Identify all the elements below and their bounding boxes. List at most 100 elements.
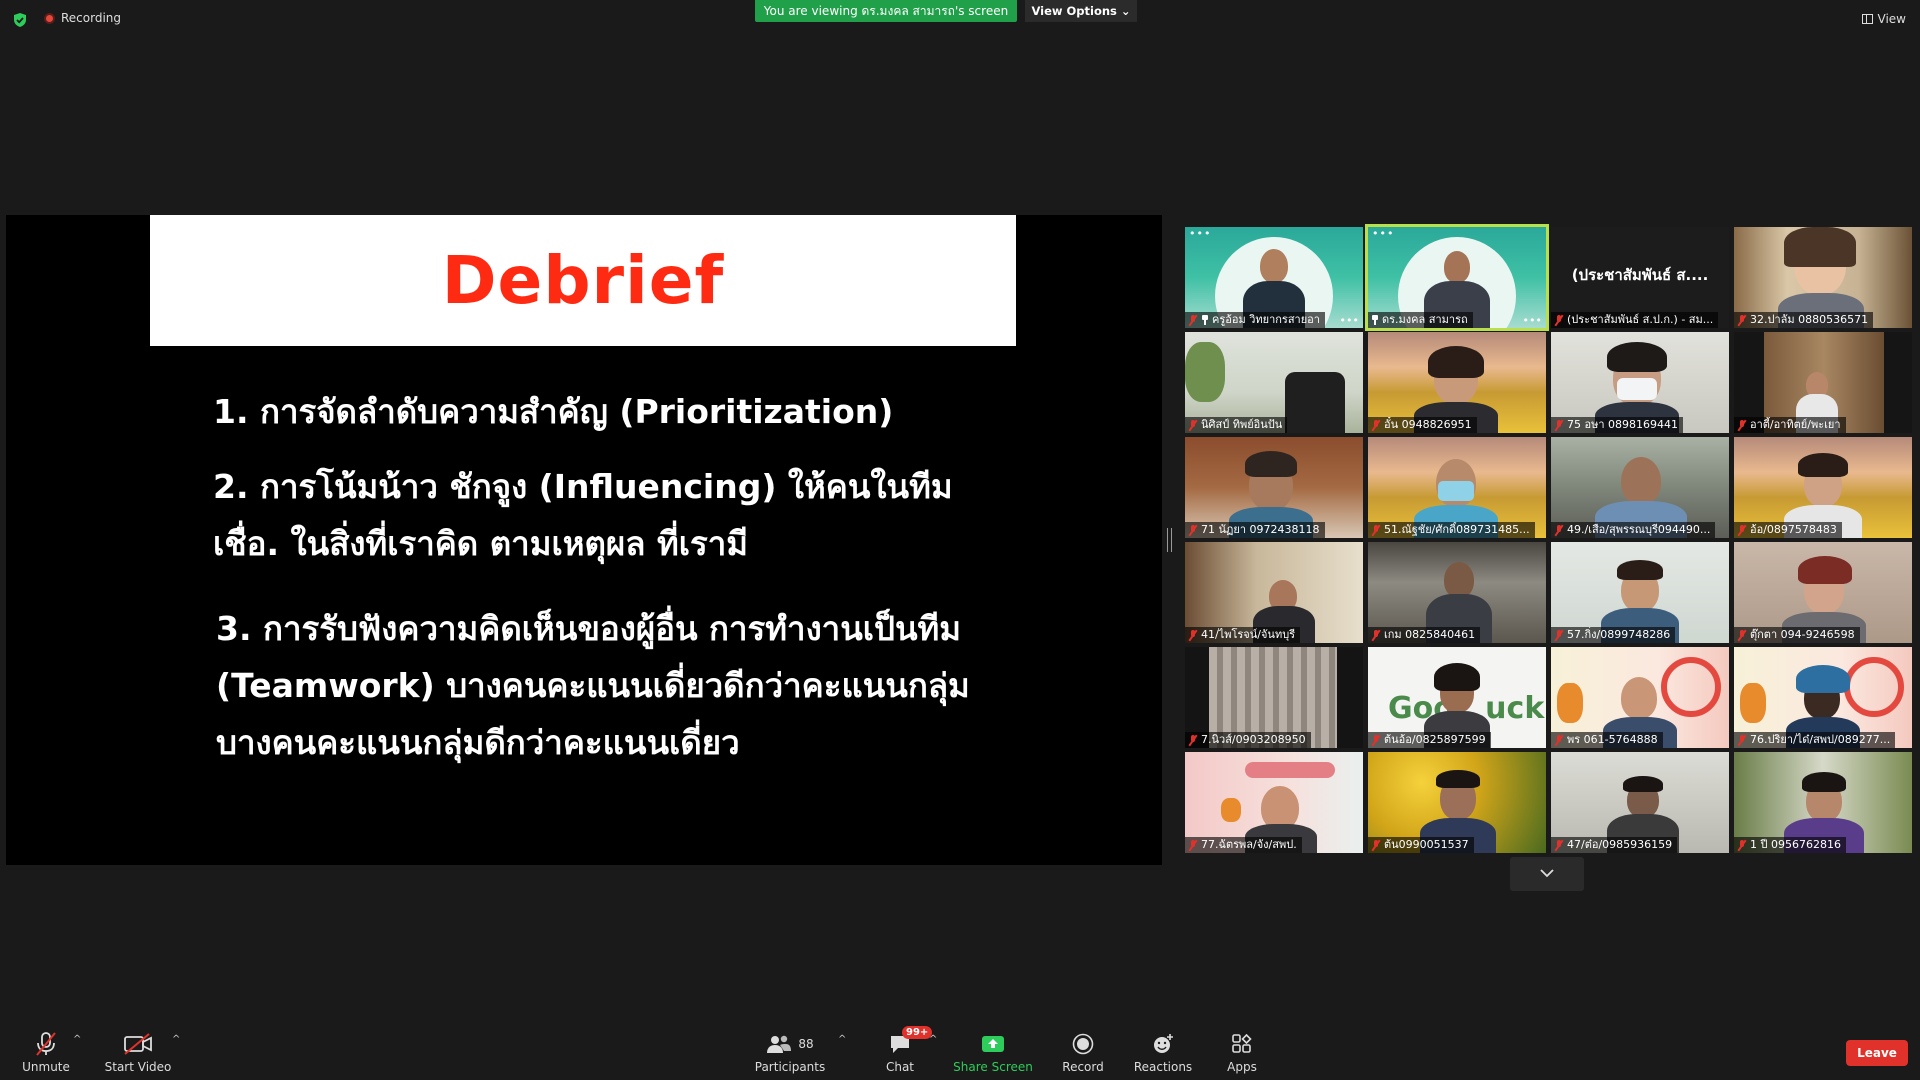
chevron-down-icon — [1540, 869, 1554, 878]
slide-line: บางคนคะแนนกลุ่มดีกว่าคะแนนเดี่ยว — [216, 723, 740, 762]
participant-name: 76.ปริยา/ได๋/สพป/089277... — [1734, 732, 1896, 748]
participant-name: อาตี้/อาทิตย์/พะเยา — [1734, 417, 1846, 433]
mic-off-icon — [36, 1032, 56, 1056]
participants-icon — [767, 1035, 792, 1053]
video-tile[interactable]: อ้อ/0897578483 — [1734, 437, 1912, 538]
slide-title-box: Debrief — [150, 215, 1016, 346]
participants-button[interactable]: 88 Participants — [754, 1018, 826, 1080]
mic-off-icon — [1188, 734, 1198, 746]
mic-off-icon — [1737, 734, 1747, 746]
participant-name: 7.นิวส์/0903208950 — [1185, 732, 1311, 748]
tile-options-icon[interactable]: ••• — [1372, 227, 1394, 240]
mic-off-icon — [1371, 524, 1381, 536]
participant-name: (ประชาสัมพันธ์ ส.ป.ก.) - สม... — [1551, 312, 1719, 328]
chat-button[interactable]: 99+ Chat — [880, 1018, 933, 1080]
participant-name: 75 อษา 0898169441 — [1551, 417, 1684, 433]
participant-name: 49./เสือ/สุพรรณบุรี094490... — [1551, 522, 1716, 538]
chat-options-caret[interactable]: ^ — [929, 1034, 937, 1045]
video-tile-active-speaker[interactable]: ••• ดร.มงคล สามารถ ••• — [1368, 227, 1546, 328]
recording-icon — [44, 12, 55, 24]
video-tile[interactable]: 41/ไพโรจน์/จันทบุรี — [1185, 542, 1363, 643]
video-tile[interactable]: 1 ปี 0956762816 — [1734, 752, 1912, 853]
pin-icon — [1371, 315, 1379, 325]
video-tile[interactable]: พร 061-5764888 — [1551, 647, 1729, 748]
video-options-caret[interactable]: ^ — [172, 1034, 180, 1045]
participant-name: ตุ๊กตา 094-9246598 — [1734, 627, 1860, 643]
video-tile[interactable]: 51.ณัฐชัย/ศักดิ์089731485... — [1368, 437, 1546, 538]
slide-line: 1. การจัดลำดับความสำคัญ (Prioritization) — [213, 392, 894, 431]
participant-name: ครูอ้อม วิทยากรสายอา — [1185, 312, 1325, 328]
start-video-button[interactable]: Start Video — [104, 1018, 172, 1080]
video-tile[interactable]: เกม 0825840461 — [1368, 542, 1546, 643]
participant-name: พร 061-5764888 — [1551, 732, 1663, 748]
tile-options-icon[interactable]: ••• — [1189, 227, 1211, 240]
participant-name: เกม 0825840461 — [1368, 627, 1481, 643]
reactions-button[interactable]: Reactions — [1132, 1018, 1194, 1080]
record-icon — [1072, 1033, 1094, 1055]
record-label: Record — [1062, 1060, 1104, 1074]
mic-off-icon — [1188, 524, 1198, 536]
video-tile[interactable]: 49./เสือ/สุพรรณบุรี094490... — [1551, 437, 1729, 538]
participant-name: 77.ฉัตรพล/จัง/สพป. — [1185, 837, 1302, 853]
recording-indicator[interactable]: Recording — [44, 11, 121, 25]
mic-off-icon — [1188, 314, 1198, 326]
participant-name: 41/ไพโรจน์/จันทบุรี — [1185, 627, 1301, 643]
mic-off-icon — [1554, 314, 1564, 326]
view-button[interactable]: View — [1861, 12, 1906, 26]
chevron-down-icon: ⌄ — [1120, 4, 1131, 18]
share-screen-button[interactable]: Share Screen — [953, 1018, 1033, 1080]
participants-label: Participants — [754, 1060, 826, 1074]
split-resize-handle[interactable] — [1167, 528, 1172, 552]
view-options-label: View Options — [1031, 4, 1117, 18]
top-bar: Recording You are viewing ดร.มงคล สามารถ… — [0, 0, 1920, 40]
video-tile[interactable]: 32.ปาลัม 0880536571 — [1734, 227, 1912, 328]
video-tile[interactable]: (ประชาสัมพันธ์ ส.... (ประชาสัมพันธ์ ส.ป.… — [1551, 227, 1729, 328]
more-icon[interactable]: ••• — [1340, 314, 1359, 327]
mic-off-icon — [1371, 419, 1381, 431]
video-tile[interactable]: ต้น0990051537 — [1368, 752, 1546, 853]
record-button[interactable]: Record — [1058, 1018, 1108, 1080]
shield-icon[interactable] — [12, 12, 28, 28]
next-page-button[interactable] — [1510, 857, 1584, 891]
mic-off-icon — [1554, 524, 1564, 536]
video-tile[interactable]: 77.ฉัตรพล/จัง/สพป. — [1185, 752, 1363, 853]
participant-name: 51.ณัฐชัย/ศักดิ์089731485... — [1368, 522, 1535, 538]
video-tile[interactable]: 57.กิ่ง/0899748286 — [1551, 542, 1729, 643]
video-tile[interactable]: 76.ปริยา/ได๋/สพป/089277... — [1734, 647, 1912, 748]
reactions-icon — [1154, 1034, 1173, 1053]
share-screen-icon — [982, 1036, 1004, 1052]
video-tile[interactable]: 7.นิวส์/0903208950 — [1185, 647, 1363, 748]
start-video-label: Start Video — [104, 1060, 172, 1074]
gallery-view: ••• ครูอ้อม วิทยากรสายอา ••• ••• ดร.มงคล… — [1185, 227, 1912, 854]
audio-options-caret[interactable]: ^ — [73, 1034, 81, 1045]
video-tile[interactable]: ••• ครูอ้อม วิทยากรสายอา ••• — [1185, 227, 1363, 328]
view-options-button[interactable]: View Options ⌄ — [1025, 0, 1137, 22]
unmute-button[interactable]: Unmute — [16, 1018, 76, 1080]
mic-off-icon — [1371, 839, 1381, 851]
more-icon[interactable]: ••• — [1523, 314, 1542, 327]
video-tile[interactable]: 75 อษา 0898169441 — [1551, 332, 1729, 433]
video-tile[interactable]: Goo uck ต้นอ้อ/0825897599 — [1368, 647, 1546, 748]
view-icon — [1861, 14, 1873, 24]
mic-off-icon — [1554, 839, 1564, 851]
participant-display-name: (ประชาสัมพันธ์ ส.... — [1571, 266, 1709, 284]
video-tile[interactable]: อาตี้/อาทิตย์/พะเยา — [1734, 332, 1912, 433]
participant-name: 71 นัฏยา 0972438118 — [1185, 522, 1325, 538]
video-tile[interactable]: อั๋น 0948826951 — [1368, 332, 1546, 433]
video-tile[interactable]: 71 นัฏยา 0972438118 — [1185, 437, 1363, 538]
participant-name: 32.ปาลัม 0880536571 — [1734, 312, 1874, 328]
chat-unread-badge: 99+ — [902, 1026, 933, 1039]
unmute-label: Unmute — [22, 1060, 70, 1074]
slide-line: เชื่อ. ในสิ่งที่เราคิด ตามเหตุผล ที่เราม… — [213, 524, 748, 563]
mic-off-icon — [1737, 314, 1747, 326]
slide-line: 3. การรับฟังความคิดเห็นของผู้อื่น การทำง… — [216, 609, 962, 648]
participants-options-caret[interactable]: ^ — [838, 1034, 846, 1045]
apps-button[interactable]: Apps — [1222, 1018, 1262, 1080]
leave-button[interactable]: Leave — [1846, 1040, 1908, 1066]
video-tile[interactable]: 47/ต๋อ/0985936159 — [1551, 752, 1729, 853]
video-tile[interactable]: นิศิสป์ ทิพย์อินปัน — [1185, 332, 1363, 433]
participant-name: อ้อ/0897578483 — [1734, 522, 1842, 538]
video-tile[interactable]: ตุ๊กตา 094-9246598 — [1734, 542, 1912, 643]
pin-icon — [1201, 315, 1209, 325]
mic-off-icon — [1188, 419, 1198, 431]
